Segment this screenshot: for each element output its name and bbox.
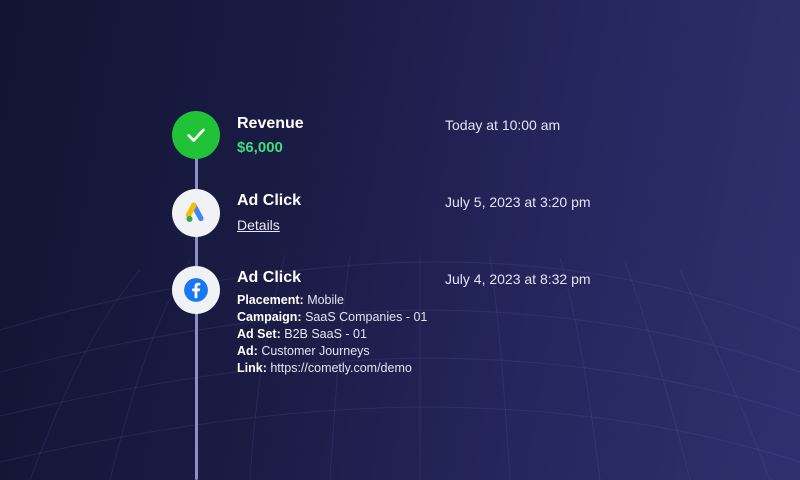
event-title: Ad Click — [237, 269, 302, 286]
ad-label: Ad: — [237, 344, 258, 358]
google-ads-node — [172, 189, 220, 237]
link-row: Link: https://cometly.com/demo — [237, 360, 427, 377]
placement-row: Placement: Mobile — [237, 292, 427, 309]
adset-value: B2B SaaS - 01 — [284, 327, 367, 341]
adset-label: Ad Set: — [237, 327, 281, 341]
google-ads-icon — [185, 202, 204, 222]
check-icon — [187, 128, 205, 142]
event-title: Revenue — [237, 115, 304, 132]
facebook-icon — [184, 278, 208, 302]
event-timestamp: Today at 10:00 am — [445, 117, 561, 133]
background-grid — [0, 254, 800, 480]
link-value[interactable]: https://cometly.com/demo — [270, 361, 412, 375]
details-link[interactable]: Details — [237, 217, 280, 233]
campaign-row: Campaign: SaaS Companies - 01 — [237, 309, 427, 326]
event-title: Ad Click — [237, 192, 302, 209]
facebook-node — [172, 266, 220, 314]
event-timestamp: July 4, 2023 at 8:32 pm — [445, 271, 591, 287]
ad-row: Ad: Customer Journeys — [237, 343, 427, 360]
revenue-amount: $6,000 — [237, 139, 283, 156]
placement-value: Mobile — [307, 293, 345, 307]
campaign-value: SaaS Companies - 01 — [305, 310, 428, 324]
campaign-label: Campaign: — [237, 310, 302, 324]
ad-details: Placement: Mobile Campaign: SaaS Compani… — [237, 292, 427, 377]
adset-row: Ad Set: B2B SaaS - 01 — [237, 326, 427, 343]
placement-label: Placement: — [237, 293, 304, 307]
link-label: Link: — [237, 361, 267, 375]
ad-value: Customer Journeys — [261, 344, 370, 358]
revenue-node — [172, 111, 220, 159]
event-timestamp: July 5, 2023 at 3:20 pm — [445, 194, 591, 210]
